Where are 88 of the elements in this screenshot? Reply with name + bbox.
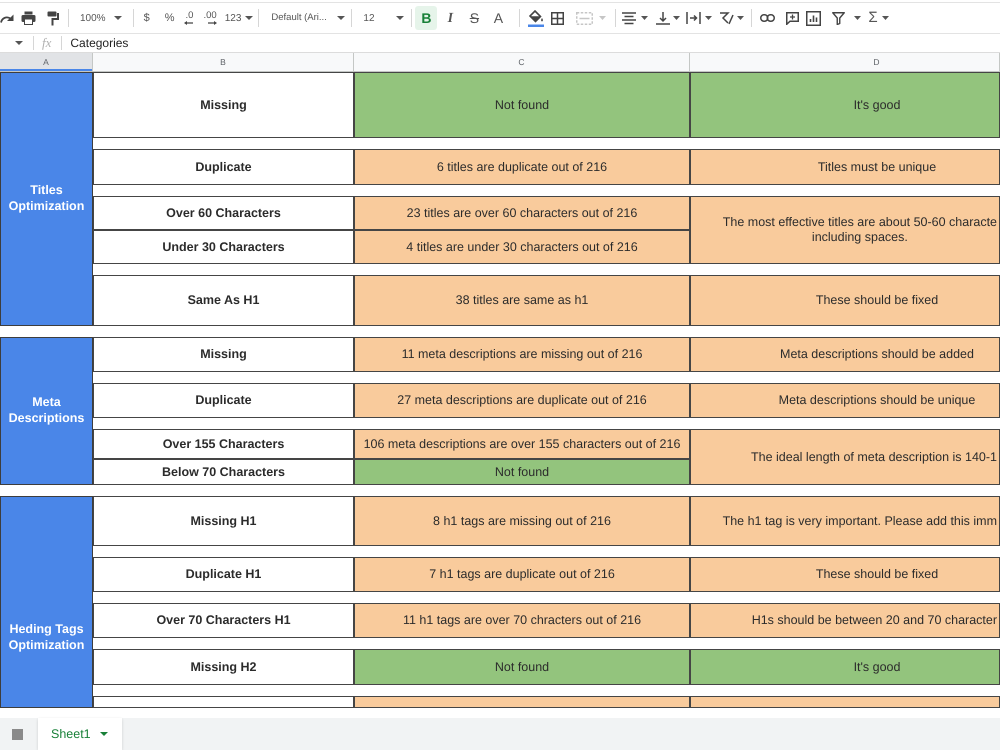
filter-icon[interactable]	[832, 12, 846, 24]
check-name-cell: Missing H1	[93, 496, 354, 546]
right-arrow-icon	[208, 21, 217, 25]
percent-format-button[interactable]: %	[164, 10, 174, 26]
strikethrough-button[interactable]: S	[463, 6, 486, 30]
column-header[interactable]: D	[690, 53, 1000, 71]
check-name-cell: Missing	[93, 337, 354, 372]
result-cell: 11 h1 tags are over 70 chracters out of 216	[354, 603, 690, 638]
sheet-tab[interactable]: Sheet1	[38, 718, 122, 750]
check-name-cell: Same As H1	[93, 275, 354, 326]
result-cell: 23 titles are over 60 characters out of 216	[354, 196, 690, 230]
column-header[interactable]: C	[354, 53, 690, 71]
column-header[interactable]: B	[93, 53, 354, 71]
column-header[interactable]: A	[0, 53, 93, 71]
caret-icon	[245, 16, 254, 20]
caret-icon	[114, 16, 122, 20]
decrease-decimals-button[interactable]: .0	[184, 11, 194, 25]
formula-field[interactable]: Categories	[62, 34, 1000, 52]
link-icon[interactable]	[760, 14, 776, 22]
check-name-cell: Under 30 Characters	[93, 230, 354, 264]
advice-cell: Meta descriptions should be added	[690, 337, 1000, 372]
result-cell: Not found	[354, 459, 690, 485]
square-icon[interactable]	[12, 728, 23, 740]
comment-icon[interactable]	[786, 12, 800, 24]
print-icon[interactable]	[21, 11, 36, 25]
left-arrow-icon	[184, 21, 194, 25]
zoom-dropdown[interactable]: 100%	[80, 10, 122, 26]
advice-cell: H1s should be between 20 and 70 character	[690, 603, 1000, 638]
advice-cell: These should be fixed	[690, 275, 1000, 326]
increase-decimals-button[interactable]: .00	[203, 11, 217, 25]
advice-cell: Titles must be unique	[690, 149, 1000, 185]
caret-icon[interactable]	[15, 41, 23, 45]
text-wrap-icon[interactable]	[686, 11, 702, 25]
italic-button[interactable]: I	[439, 6, 462, 30]
check-name-cell: Duplicate	[93, 149, 354, 185]
caret-icon	[882, 16, 889, 20]
vertical-align-icon[interactable]	[656, 11, 670, 25]
advice-cell: It's good	[690, 72, 1000, 138]
advice-cell: The most effective titles are about 50-60 characte including spaces.	[690, 196, 1000, 264]
borders-icon[interactable]	[551, 12, 564, 24]
result-cell: 6 titles are duplicate out of 216	[354, 149, 690, 185]
check-name-cell: Duplicate H1	[93, 557, 354, 592]
caret-icon[interactable]	[673, 16, 680, 20]
result-cell: Not found	[354, 72, 690, 138]
result-cell: 27 meta descriptions are duplicate out of 216	[354, 383, 690, 418]
advice-cell: Meta descriptions should be unique	[690, 383, 1000, 418]
check-name-cell: Over 60 Characters	[93, 196, 354, 230]
paint-format-icon[interactable]	[47, 10, 59, 26]
check-name-cell: Over 70 Characters H1	[93, 603, 354, 638]
result-cell: 4 titles are under 30 characters out of 216	[354, 230, 690, 264]
chart-icon[interactable]	[806, 10, 822, 26]
check-name-cell: Duplicate	[93, 383, 354, 418]
font-dropdown[interactable]: Default (Ari...	[271, 10, 346, 26]
result-cell: 7 h1 tags are duplicate out of 216	[354, 557, 690, 592]
align-icon[interactable]	[622, 12, 636, 24]
result-cell: 8 h1 tags are missing out of 216	[354, 496, 690, 546]
caret-icon	[396, 16, 404, 20]
number-format-dropdown[interactable]: 123	[224, 10, 254, 26]
text-rotation-icon[interactable]	[719, 11, 734, 25]
caret-icon[interactable]	[641, 16, 648, 20]
result-cell: 106 meta descriptions are over 155 characters out of 216	[354, 429, 690, 459]
check-name-cell: Missing H2	[93, 649, 354, 685]
caret-icon[interactable]	[705, 16, 712, 20]
fill-color-icon[interactable]	[528, 10, 544, 26]
advice-cell: It's good	[690, 649, 1000, 685]
check-name-cell: Below 70 Characters	[93, 459, 354, 485]
bold-button[interactable]: B	[415, 6, 438, 30]
function-label: fx	[42, 34, 52, 52]
advice-cell: The h1 tag is very important. Please add this imm	[690, 496, 1000, 546]
caret-icon	[337, 16, 346, 20]
category-cell: Meta Descriptions	[0, 337, 93, 485]
result-cell: 38 titles are same as h1	[354, 275, 690, 326]
currency-format-button[interactable]: $	[144, 10, 150, 26]
check-name-cell: Missing	[93, 72, 354, 138]
advice-cell: These should be fixed	[690, 557, 1000, 592]
result-cell: 11 meta descriptions are missing out of 216	[354, 337, 690, 372]
caret-icon[interactable]	[854, 16, 862, 20]
category-cell: Titles Optimization	[0, 72, 93, 326]
caret-icon	[100, 732, 108, 736]
category-cell: Heding Tags Optimization	[0, 496, 93, 708]
caret-icon[interactable]	[737, 16, 744, 20]
text-color-button[interactable]: A	[487, 6, 510, 30]
redo-icon[interactable]	[0, 12, 14, 24]
advice-cell: The ideal length of meta description is 140-1	[690, 429, 1000, 485]
font-size-dropdown[interactable]: 12	[361, 10, 404, 26]
result-cell: Not found	[354, 649, 690, 685]
check-name-cell: Over 155 Characters	[93, 429, 354, 459]
functions-dropdown[interactable]: Σ	[868, 6, 889, 30]
